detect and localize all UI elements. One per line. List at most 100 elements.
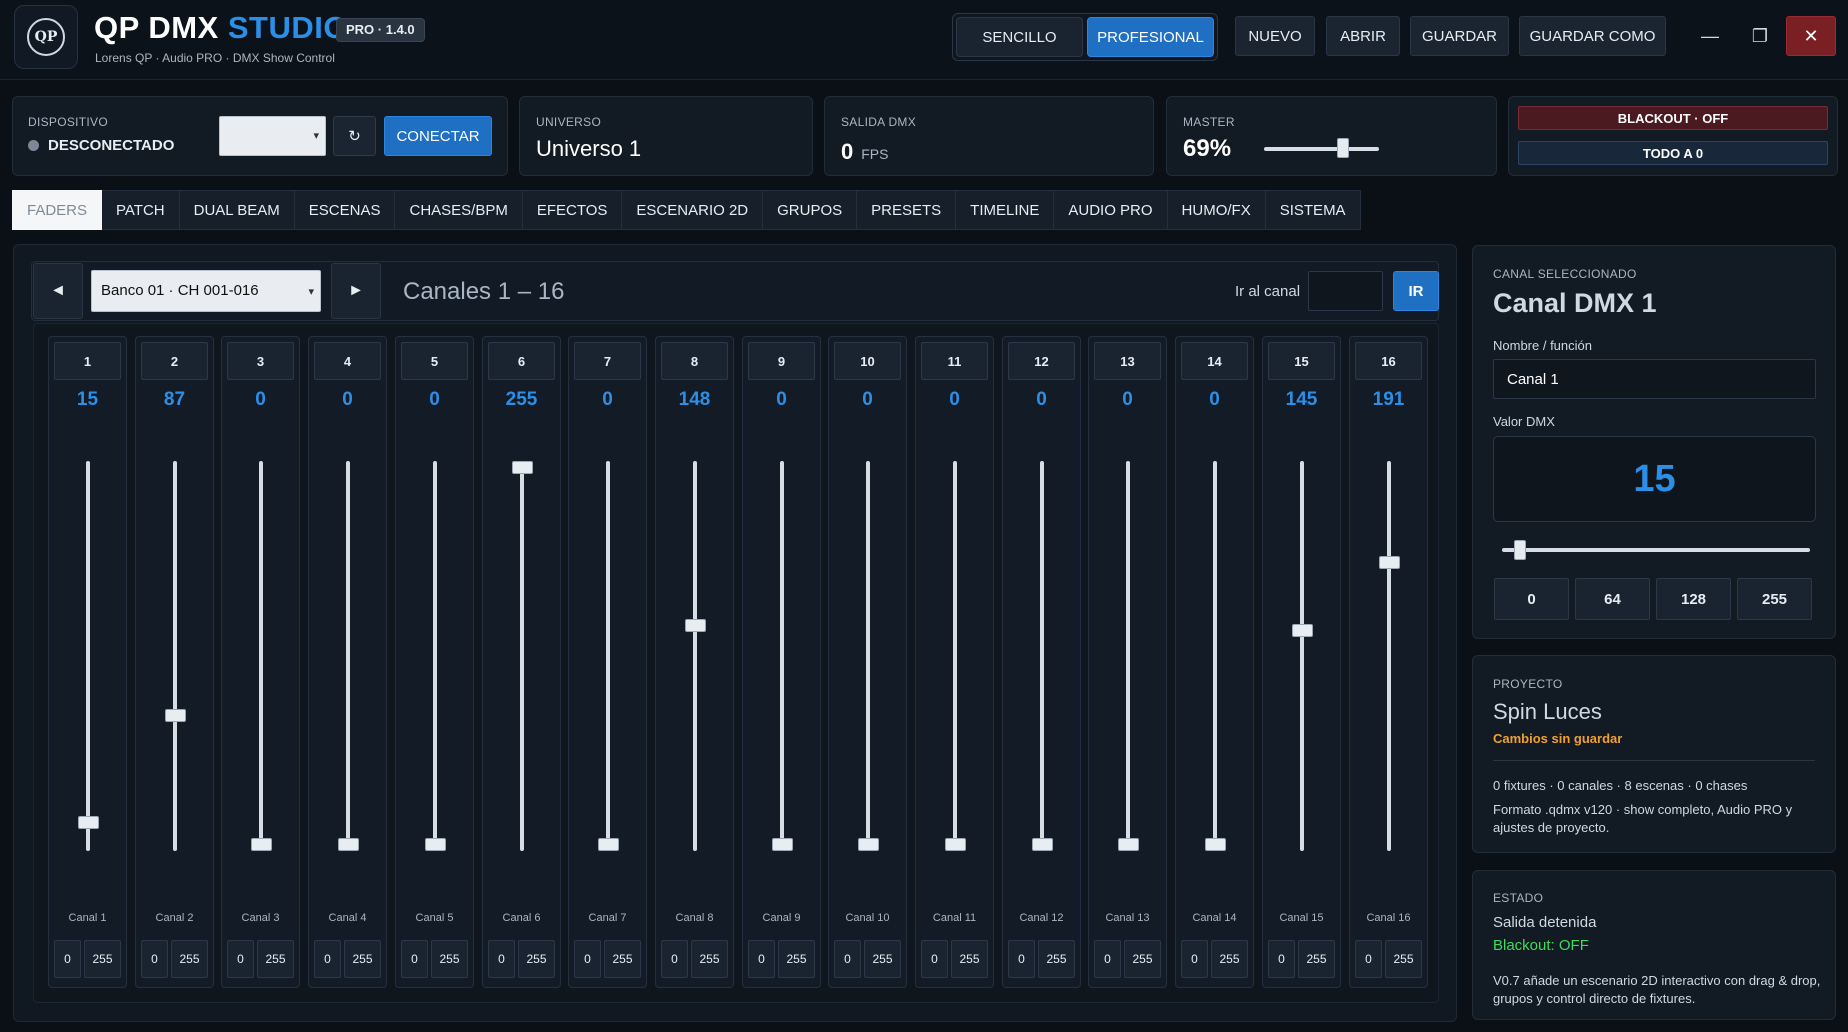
fader-thumb[interactable]: [78, 816, 99, 829]
channel-number-button[interactable]: 14: [1181, 342, 1248, 380]
fader-thumb[interactable]: [425, 838, 446, 851]
set-max-button[interactable]: 255: [431, 940, 468, 978]
maximize-icon[interactable]: ❐: [1735, 16, 1785, 56]
mode-pro-button[interactable]: PROFESIONAL: [1087, 17, 1214, 57]
set-min-button[interactable]: 0: [921, 940, 948, 978]
minimize-icon[interactable]: —: [1685, 16, 1735, 56]
fader-thumb[interactable]: [512, 461, 533, 474]
fader-thumb[interactable]: [1032, 838, 1053, 851]
device-select[interactable]: ▾: [219, 116, 326, 156]
fader-track[interactable]: [693, 461, 697, 851]
prev-bank-button[interactable]: ◄: [33, 263, 83, 319]
tab-escenas[interactable]: ESCENAS: [294, 190, 396, 230]
channel-number-button[interactable]: 11: [921, 342, 988, 380]
tab-efectos[interactable]: EFECTOS: [522, 190, 623, 230]
fader-thumb[interactable]: [685, 619, 706, 632]
fader-track[interactable]: [953, 461, 957, 851]
save-button[interactable]: GUARDAR: [1410, 16, 1509, 56]
set-max-button[interactable]: 255: [864, 940, 901, 978]
set-min-button[interactable]: 0: [1268, 940, 1295, 978]
open-button[interactable]: ABRIR: [1326, 16, 1400, 56]
set-max-button[interactable]: 255: [171, 940, 208, 978]
close-icon[interactable]: ✕: [1786, 16, 1836, 56]
channel-number-button[interactable]: 16: [1355, 342, 1422, 380]
fader-thumb[interactable]: [1292, 624, 1313, 637]
set-min-button[interactable]: 0: [1008, 940, 1035, 978]
channel-number-button[interactable]: 2: [141, 342, 208, 380]
tab-sistema[interactable]: SISTEMA: [1265, 190, 1361, 230]
tab-escenario-2d[interactable]: ESCENARIO 2D: [622, 190, 764, 230]
fader-track[interactable]: [606, 461, 610, 851]
quick-value-128-button[interactable]: 128: [1656, 578, 1731, 620]
connect-button[interactable]: CONECTAR: [384, 116, 492, 156]
tab-grupos[interactable]: GRUPOS: [763, 190, 858, 230]
fader-thumb[interactable]: [598, 838, 619, 851]
fader-thumb[interactable]: [165, 709, 186, 722]
channel-number-button[interactable]: 4: [314, 342, 381, 380]
channel-number-button[interactable]: 3: [227, 342, 294, 380]
fader-thumb[interactable]: [1118, 838, 1139, 851]
set-min-button[interactable]: 0: [1094, 940, 1121, 978]
master-slider-track[interactable]: [1264, 147, 1379, 151]
set-min-button[interactable]: 0: [401, 940, 428, 978]
channel-number-button[interactable]: 7: [574, 342, 641, 380]
set-max-button[interactable]: 255: [951, 940, 988, 978]
blackout-button[interactable]: BLACKOUT · OFF: [1518, 106, 1828, 130]
fader-thumb[interactable]: [945, 838, 966, 851]
set-min-button[interactable]: 0: [834, 940, 861, 978]
fader-track[interactable]: [520, 461, 524, 851]
set-min-button[interactable]: 0: [54, 940, 81, 978]
set-max-button[interactable]: 255: [604, 940, 641, 978]
new-button[interactable]: NUEVO: [1235, 16, 1315, 56]
tab-patch[interactable]: PATCH: [102, 190, 180, 230]
set-max-button[interactable]: 255: [1385, 940, 1422, 978]
fader-track[interactable]: [1126, 461, 1130, 851]
set-min-button[interactable]: 0: [1355, 940, 1382, 978]
channel-number-button[interactable]: 1: [54, 342, 121, 380]
fader-track[interactable]: [1300, 461, 1304, 851]
set-min-button[interactable]: 0: [748, 940, 775, 978]
set-max-button[interactable]: 255: [518, 940, 555, 978]
set-max-button[interactable]: 255: [1298, 940, 1335, 978]
set-max-button[interactable]: 255: [344, 940, 381, 978]
set-min-button[interactable]: 0: [574, 940, 601, 978]
set-max-button[interactable]: 255: [691, 940, 728, 978]
set-min-button[interactable]: 0: [1181, 940, 1208, 978]
fader-thumb[interactable]: [251, 838, 272, 851]
channel-number-button[interactable]: 10: [834, 342, 901, 380]
tab-dual-beam[interactable]: DUAL BEAM: [179, 190, 295, 230]
channel-name-input[interactable]: Canal 1: [1493, 359, 1816, 399]
goto-channel-input[interactable]: [1308, 271, 1383, 311]
channel-number-button[interactable]: 5: [401, 342, 468, 380]
set-max-button[interactable]: 255: [1038, 940, 1075, 978]
fader-thumb[interactable]: [772, 838, 793, 851]
tab-audio-pro[interactable]: AUDIO PRO: [1054, 190, 1168, 230]
refresh-button[interactable]: ↻: [333, 116, 376, 156]
bank-select[interactable]: Banco 01 · CH 001-016 ▾: [91, 270, 321, 312]
fader-track[interactable]: [866, 461, 870, 851]
set-min-button[interactable]: 0: [314, 940, 341, 978]
fader-track[interactable]: [346, 461, 350, 851]
fader-track[interactable]: [1040, 461, 1044, 851]
set-min-button[interactable]: 0: [227, 940, 254, 978]
channel-number-button[interactable]: 6: [488, 342, 555, 380]
channel-number-button[interactable]: 12: [1008, 342, 1075, 380]
fader-track[interactable]: [1213, 461, 1217, 851]
fader-thumb[interactable]: [858, 838, 879, 851]
quick-value-0-button[interactable]: 0: [1494, 578, 1569, 620]
goto-button[interactable]: IR: [1393, 271, 1439, 311]
save-as-button[interactable]: GUARDAR COMO: [1519, 16, 1666, 56]
fader-track[interactable]: [780, 461, 784, 851]
fader-track[interactable]: [433, 461, 437, 851]
tab-presets[interactable]: PRESETS: [857, 190, 957, 230]
set-min-button[interactable]: 0: [661, 940, 688, 978]
channel-value-slider-track[interactable]: [1502, 548, 1810, 552]
fader-track[interactable]: [259, 461, 263, 851]
set-min-button[interactable]: 0: [488, 940, 515, 978]
fader-track[interactable]: [1387, 461, 1391, 851]
fader-thumb[interactable]: [1379, 556, 1400, 569]
channel-value-slider-thumb[interactable]: [1514, 540, 1526, 560]
all-zero-button[interactable]: TODO A 0: [1518, 141, 1828, 165]
tab-chases-bpm[interactable]: CHASES/BPM: [395, 190, 523, 230]
channel-number-button[interactable]: 15: [1268, 342, 1335, 380]
